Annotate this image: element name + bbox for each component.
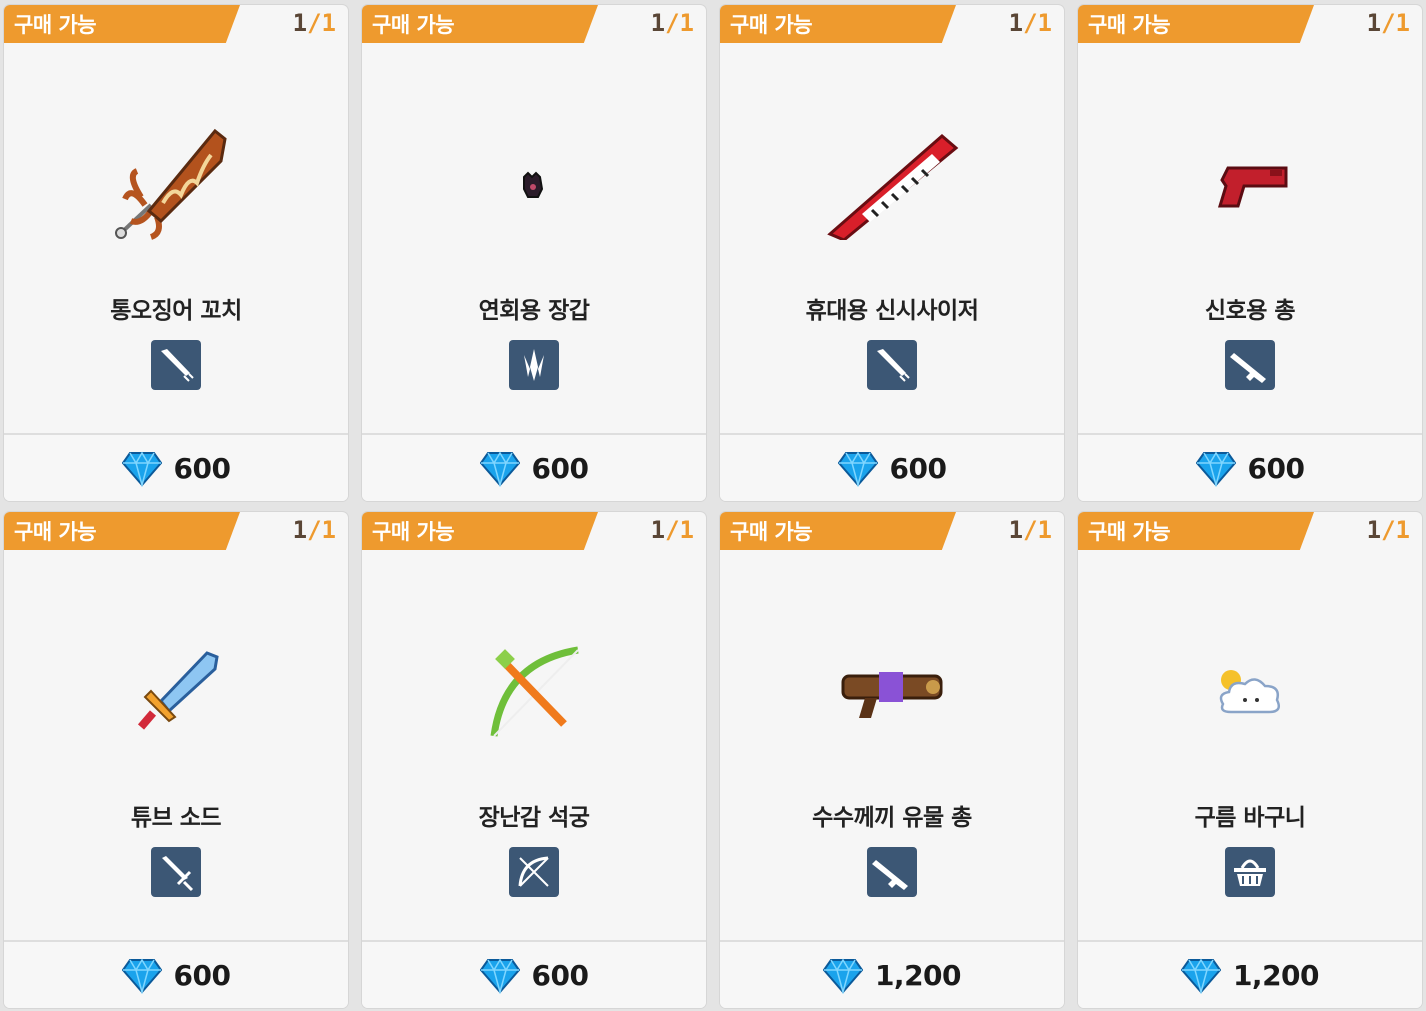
shop-item-card[interactable]: 구매 가능 1/1 장난감 석궁 600 [362,512,706,1008]
gem-icon [121,451,162,487]
status-label: 구매 가능 [4,5,240,43]
claw-type-icon [509,340,559,390]
gem-icon [479,958,520,994]
gem-icon [822,958,863,994]
item-name: 장난감 석궁 [478,805,590,831]
price-bar: 600 [4,433,348,501]
flare-gun-icon [1078,105,1422,265]
price-value: 600 [531,451,589,485]
stock-count: 1/1 [650,516,694,544]
price-bar: 600 [4,940,348,1008]
squid-skewer-icon [4,105,348,265]
shop-item-card[interactable]: 구매 가능 1/1 통오징어 꼬치 600 [4,5,348,501]
shop-item-card[interactable]: 구매 가능 1/1 튜브 소드 600 [4,512,348,1008]
status-label: 구매 가능 [720,5,956,43]
availability-banner: 구매 가능 [362,5,598,43]
toy-crossbow-icon [362,612,706,772]
price-value: 600 [173,958,231,992]
melee-sword-type-icon [151,340,201,390]
melee-sword-type-icon [867,340,917,390]
relic-gun-icon [720,612,1064,772]
gem-icon [1195,451,1236,487]
gem-icon [479,451,520,487]
availability-banner: 구매 가능 [1078,5,1314,43]
price-value: 600 [1247,451,1305,485]
status-label: 구매 가능 [4,512,240,550]
item-name: 튜브 소드 [130,805,222,831]
gem-icon [121,958,162,994]
shop-item-card[interactable]: 구매 가능 1/1 구름 바구니 1,200 [1078,512,1422,1008]
status-label: 구매 가능 [362,5,598,43]
price-value: 600 [889,451,947,485]
sword-type-icon [151,847,201,897]
item-name: 통오징어 꼬치 [110,298,242,324]
shop-item-card[interactable]: 구매 가능 1/1 연회용 장갑 600 [362,5,706,501]
cloud-basket-icon [1078,612,1422,772]
shop-item-card[interactable]: 구매 가능 1/1 휴대용 신시사이저 600 [720,5,1064,501]
price-bar: 600 [362,433,706,501]
bow-type-icon [509,847,559,897]
item-name: 연회용 장갑 [478,298,590,324]
price-bar: 600 [1078,433,1422,501]
shop-grid: 구매 가능 1/1 통오징어 꼬치 600 구매 가능 1/1 연회용 장갑 6… [0,0,1426,1011]
stock-count: 1/1 [650,9,694,37]
price-bar: 1,200 [720,940,1064,1008]
shop-item-card[interactable]: 구매 가능 1/1 신호용 총 600 [1078,5,1422,501]
item-name: 신호용 총 [1204,298,1296,324]
availability-banner: 구매 가능 [4,512,240,550]
price-value: 600 [173,451,231,485]
rifle-type-icon [867,847,917,897]
availability-banner: 구매 가능 [4,5,240,43]
gem-icon [837,451,878,487]
status-label: 구매 가능 [362,512,598,550]
gem-icon [1180,958,1221,994]
item-name: 구름 바구니 [1194,805,1306,831]
price-bar: 600 [720,433,1064,501]
stock-count: 1/1 [292,9,336,37]
stock-count: 1/1 [1008,516,1052,544]
item-name: 수수께끼 유물 총 [812,805,972,831]
availability-banner: 구매 가능 [720,5,956,43]
party-glove-icon [362,105,706,265]
price-value: 1,200 [874,958,962,992]
availability-banner: 구매 가능 [1078,512,1314,550]
stock-count: 1/1 [292,516,336,544]
shop-item-card[interactable]: 구매 가능 1/1 수수께끼 유물 총 1,200 [720,512,1064,1008]
stock-count: 1/1 [1008,9,1052,37]
status-label: 구매 가능 [1078,5,1314,43]
rifle-type-icon [1225,340,1275,390]
status-label: 구매 가능 [1078,512,1314,550]
tube-sword-icon [4,612,348,772]
price-value: 1,200 [1232,958,1320,992]
basket-type-icon [1225,847,1275,897]
price-bar: 1,200 [1078,940,1422,1008]
availability-banner: 구매 가능 [720,512,956,550]
status-label: 구매 가능 [720,512,956,550]
item-name: 휴대용 신시사이저 [805,298,979,324]
stock-count: 1/1 [1366,9,1410,37]
keytar-icon [720,105,1064,265]
price-value: 600 [531,958,589,992]
availability-banner: 구매 가능 [362,512,598,550]
stock-count: 1/1 [1366,516,1410,544]
price-bar: 600 [362,940,706,1008]
